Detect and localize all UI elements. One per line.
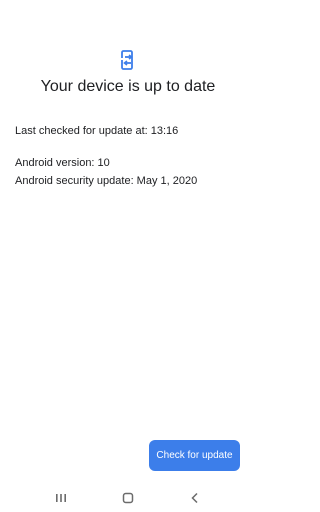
security-update-text: Android security update: May 1, 2020 xyxy=(15,175,198,187)
software-update-screen: Your device is up to date Last checked f… xyxy=(0,0,256,512)
home-button[interactable] xyxy=(116,488,140,508)
navigation-bar xyxy=(0,484,256,512)
back-button[interactable] xyxy=(183,488,207,508)
last-checked-text: Last checked for update at: 13:16 xyxy=(15,125,179,137)
system-update-icon xyxy=(120,50,136,70)
check-for-update-button[interactable]: Check for update xyxy=(149,440,240,471)
page-title: Your device is up to date xyxy=(40,78,216,95)
recents-button[interactable] xyxy=(49,488,73,508)
home-icon xyxy=(122,492,134,504)
back-icon xyxy=(191,492,198,504)
android-version-text: Android version: 10 xyxy=(15,157,110,169)
recents-icon xyxy=(56,494,66,502)
